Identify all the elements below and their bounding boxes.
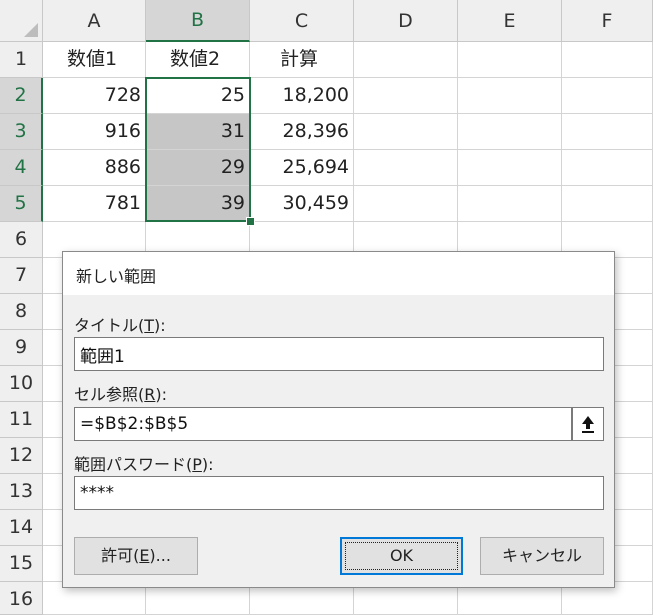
dialog-titlebar[interactable]: 新しい範囲 <box>63 252 614 295</box>
grid-cell[interactable] <box>562 42 653 78</box>
row-header-9[interactable]: 9 <box>0 330 43 366</box>
title-label: タイトル(T): <box>74 316 166 335</box>
grid-cell[interactable] <box>562 150 653 186</box>
cell-a2[interactable]: 728 <box>43 78 146 114</box>
grid-cell[interactable] <box>354 150 458 186</box>
row-header-14[interactable]: 14 <box>0 510 43 546</box>
cell-c1[interactable]: 計算 <box>250 42 354 78</box>
row-header-13[interactable]: 13 <box>0 474 43 510</box>
column-header-a[interactable]: A <box>43 0 146 42</box>
grid-cell[interactable] <box>458 114 562 150</box>
range-password-input[interactable] <box>74 476 604 510</box>
cell-reference-input[interactable] <box>74 407 572 441</box>
new-range-dialog: 新しい範囲 タイトル(T): セル参照(R): 範囲パスワード(P): 許可(E… <box>62 251 615 588</box>
cell-b2[interactable]: 25 <box>146 78 250 114</box>
column-header-f[interactable]: F <box>562 0 653 42</box>
collapse-dialog-button[interactable] <box>572 407 604 441</box>
row-header-1[interactable]: 1 <box>0 42 43 78</box>
cell-c3[interactable]: 28,396 <box>250 114 354 150</box>
cell-a1[interactable]: 数値1 <box>43 42 146 78</box>
cell-a3[interactable]: 916 <box>43 114 146 150</box>
grid-cell[interactable] <box>354 42 458 78</box>
row-header-11[interactable]: 11 <box>0 402 43 438</box>
grid-cell[interactable] <box>458 186 562 222</box>
column-header-d[interactable]: D <box>354 0 458 42</box>
grid-cell[interactable] <box>562 186 653 222</box>
row-header-4[interactable]: 4 <box>0 150 43 186</box>
title-input[interactable] <box>74 337 604 371</box>
permissions-button[interactable]: 許可(E)... <box>74 537 198 575</box>
row-header-10[interactable]: 10 <box>0 366 43 402</box>
grid-cell[interactable] <box>458 150 562 186</box>
row-header-16[interactable]: 16 <box>0 582 43 615</box>
grid-cell[interactable] <box>458 78 562 114</box>
cell-a4[interactable]: 886 <box>43 150 146 186</box>
column-header-c[interactable]: C <box>250 0 354 42</box>
grid-cell[interactable] <box>562 78 653 114</box>
cell-reference-label: セル参照(R): <box>74 385 168 404</box>
cell-c5[interactable]: 30,459 <box>250 186 354 222</box>
row-header-3[interactable]: 3 <box>0 114 43 150</box>
collapse-arrow-icon <box>582 416 594 433</box>
row-header-8[interactable]: 8 <box>0 294 43 330</box>
cell-b1[interactable]: 数値2 <box>146 42 250 78</box>
grid-cell[interactable] <box>354 186 458 222</box>
range-password-label: 範囲パスワード(P): <box>74 455 214 474</box>
row-header-15[interactable]: 15 <box>0 546 43 582</box>
row-header-6[interactable]: 6 <box>0 222 43 258</box>
cell-b4[interactable]: 29 <box>146 150 250 186</box>
cell-c4[interactable]: 25,694 <box>250 150 354 186</box>
row-header-7[interactable]: 7 <box>0 258 43 294</box>
cell-b5[interactable]: 39 <box>146 186 250 222</box>
grid-cell[interactable] <box>458 42 562 78</box>
column-header-e[interactable]: E <box>458 0 562 42</box>
column-header-b[interactable]: B <box>146 0 250 42</box>
cell-c2[interactable]: 18,200 <box>250 78 354 114</box>
dialog-title: 新しい範囲 <box>76 267 157 286</box>
grid-cell[interactable] <box>562 114 653 150</box>
grid-cell[interactable] <box>354 114 458 150</box>
select-all-corner[interactable] <box>0 0 43 42</box>
row-header-2[interactable]: 2 <box>0 78 43 114</box>
row-header-5[interactable]: 5 <box>0 186 43 222</box>
focus-ring <box>345 542 458 570</box>
fill-handle[interactable] <box>246 217 255 226</box>
row-header-12[interactable]: 12 <box>0 438 43 474</box>
grid-cell[interactable] <box>354 78 458 114</box>
cell-a5[interactable]: 781 <box>43 186 146 222</box>
ok-button[interactable]: OK <box>340 537 463 575</box>
cancel-button[interactable]: キャンセル <box>480 537 604 575</box>
cell-b3[interactable]: 31 <box>146 114 250 150</box>
